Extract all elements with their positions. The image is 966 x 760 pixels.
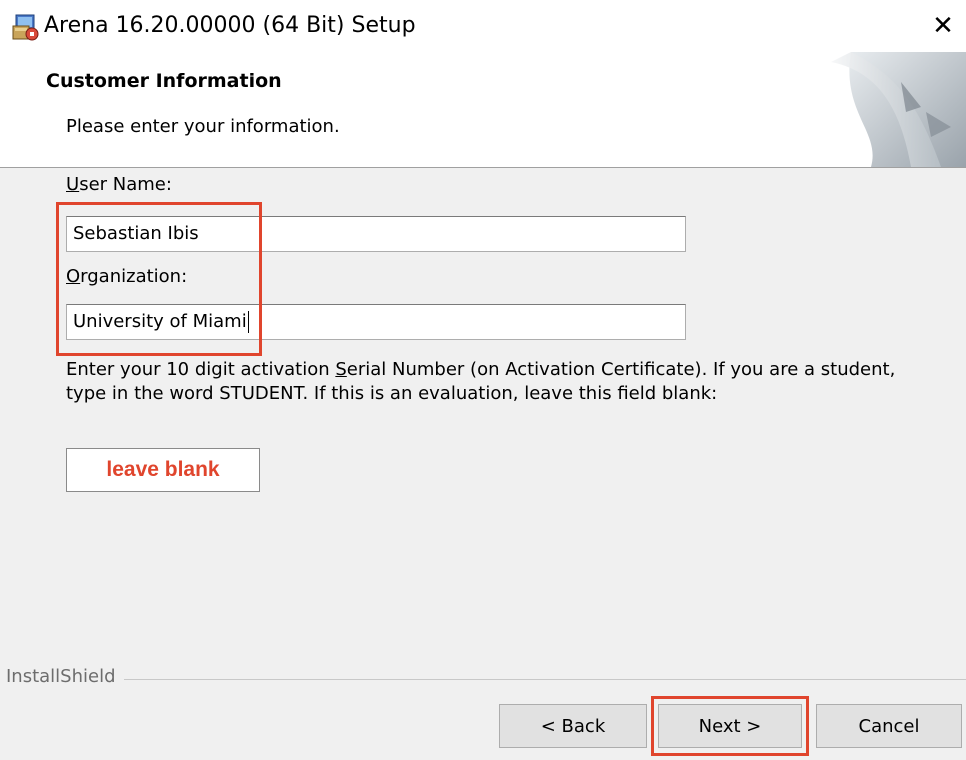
page-title: Customer Information xyxy=(46,70,282,92)
installshield-graphic xyxy=(811,52,966,167)
title-bar: Arena 16.20.00000 (64 Bit) Setup ✕ xyxy=(0,0,966,52)
serial-instructions: Enter your 10 digit activation Serial Nu… xyxy=(66,359,896,404)
next-button[interactable]: Next > xyxy=(658,704,802,748)
page-subtitle: Please enter your information. xyxy=(66,116,340,137)
serial-annotation: leave blank xyxy=(106,458,220,481)
organization-input[interactable]: University of Miami xyxy=(66,304,686,340)
window-title: Arena 16.20.00000 (64 Bit) Setup xyxy=(44,13,416,38)
text-caret xyxy=(247,311,249,333)
installer-icon xyxy=(12,14,39,41)
back-button[interactable]: < Back xyxy=(499,704,647,748)
organization-label: Organization: xyxy=(66,266,188,287)
cancel-button[interactable]: Cancel xyxy=(816,704,962,748)
user-name-input[interactable]: Sebastian Ibis xyxy=(66,216,686,252)
serial-number-input[interactable]: leave blank xyxy=(66,448,260,492)
installshield-brand: InstallShield xyxy=(6,666,124,687)
close-icon[interactable]: ✕ xyxy=(920,0,966,52)
header-banner: Customer Information Please enter your i… xyxy=(0,52,966,168)
user-name-label: User Name: xyxy=(66,174,172,195)
footer-divider xyxy=(6,679,966,680)
